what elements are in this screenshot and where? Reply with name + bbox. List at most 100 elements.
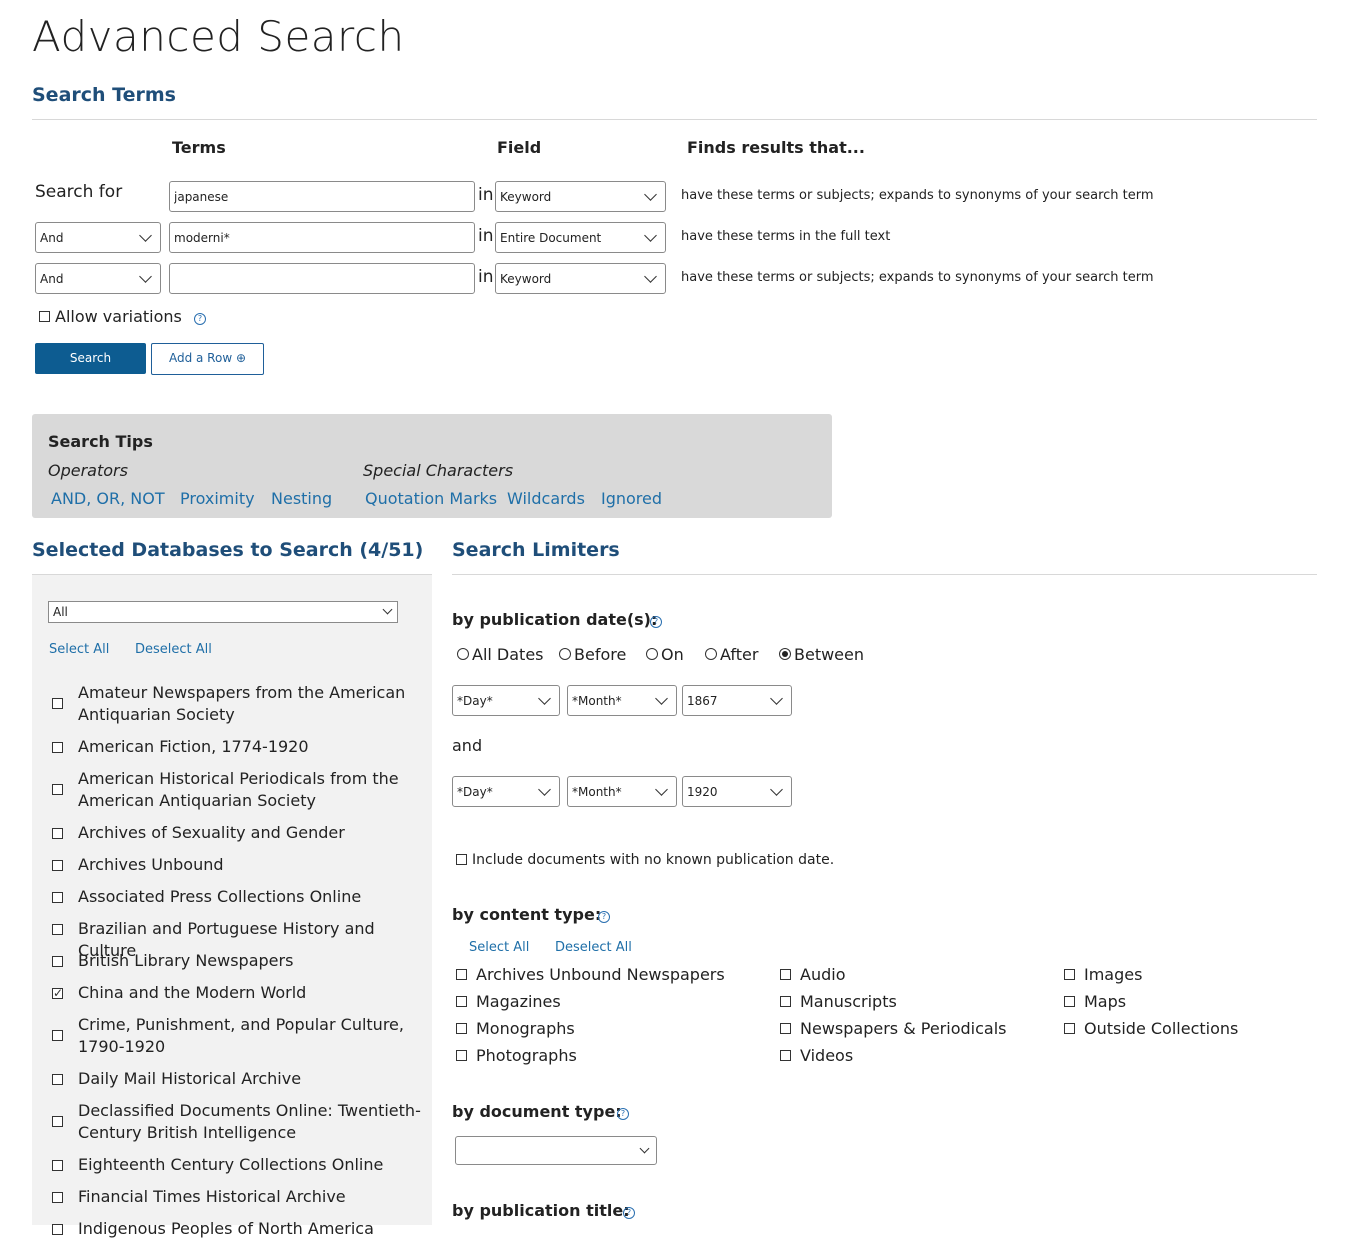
database-checkbox[interactable] xyxy=(52,988,63,999)
content-type-checkbox[interactable] xyxy=(780,1023,791,1034)
database-checkbox[interactable] xyxy=(52,956,63,967)
wildcards-link[interactable]: Wildcards xyxy=(507,489,585,508)
help-icon[interactable]: ? xyxy=(598,911,610,923)
database-checkbox[interactable] xyxy=(52,828,63,839)
deselect-all-content-types-link[interactable]: Deselect All xyxy=(555,940,632,955)
database-checkbox[interactable] xyxy=(52,784,63,795)
proximity-link[interactable]: Proximity xyxy=(180,489,255,508)
from-day-select[interactable]: *Day* xyxy=(452,685,560,716)
content-type-checkbox[interactable] xyxy=(456,1023,467,1034)
content-type-checkbox[interactable] xyxy=(1064,1023,1075,1034)
content-type-checkbox[interactable] xyxy=(456,969,467,980)
content-type-item[interactable]: Maps xyxy=(1064,992,1324,1014)
to-month-select[interactable]: *Month* xyxy=(567,776,677,807)
content-type-item[interactable]: Images xyxy=(1064,965,1324,987)
content-type-label: Magazines xyxy=(476,992,561,1011)
search-term-input-3[interactable] xyxy=(169,263,475,294)
help-icon[interactable]: ? xyxy=(194,313,206,325)
publication-title-label: by publication title: xyxy=(452,1201,630,1220)
chevron-down-icon xyxy=(644,228,657,242)
nesting-link[interactable]: Nesting xyxy=(271,489,332,508)
help-icon[interactable]: ? xyxy=(623,1207,635,1219)
database-label: Archives Unbound xyxy=(78,855,224,874)
content-type-checkbox[interactable] xyxy=(780,996,791,1007)
help-icon[interactable]: ? xyxy=(617,1108,629,1120)
special-characters-label: Special Characters xyxy=(363,461,514,480)
from-month-select[interactable]: *Month* xyxy=(567,685,677,716)
date-option-radio[interactable] xyxy=(457,648,469,660)
from-year-value: 1867 xyxy=(687,693,718,708)
content-type-label: Photographs xyxy=(476,1046,577,1065)
no-date-checkbox[interactable] xyxy=(456,854,467,865)
add-row-button[interactable]: Add a Row ⊕ xyxy=(151,343,264,375)
operator-select-2[interactable]: And xyxy=(35,222,161,253)
date-option-radio[interactable] xyxy=(705,648,717,660)
operator-select-3[interactable]: And xyxy=(35,263,161,294)
date-option-radio[interactable] xyxy=(779,648,791,660)
content-type-checkbox[interactable] xyxy=(780,969,791,980)
content-type-item[interactable]: Outside Collections xyxy=(1064,1019,1324,1041)
content-type-checkbox[interactable] xyxy=(1064,996,1075,1007)
search-button[interactable]: Search xyxy=(35,343,146,374)
date-option-radio[interactable] xyxy=(646,648,658,660)
database-label: Associated Press Collections Online xyxy=(78,887,362,906)
ignored-link[interactable]: Ignored xyxy=(601,489,662,508)
operators-link[interactable]: AND, OR, NOT xyxy=(51,489,165,508)
database-filter-select[interactable]: All xyxy=(48,601,398,623)
database-label: Archives of Sexuality and Gender xyxy=(78,823,345,842)
database-checkbox[interactable] xyxy=(52,742,63,753)
database-checkbox[interactable] xyxy=(52,1160,63,1171)
content-type-item[interactable]: Videos xyxy=(780,1046,1040,1068)
divider xyxy=(452,574,1317,575)
chevron-down-icon xyxy=(655,782,668,796)
content-type-item[interactable]: Photographs xyxy=(456,1046,716,1068)
database-checkbox[interactable] xyxy=(52,1224,63,1235)
field-select-value: Entire Document xyxy=(500,230,602,245)
quotation-marks-link[interactable]: Quotation Marks xyxy=(365,489,497,508)
select-all-content-types-link[interactable]: Select All xyxy=(469,940,529,955)
chevron-down-icon xyxy=(655,691,668,705)
content-type-checkbox[interactable] xyxy=(780,1050,791,1061)
from-year-select[interactable]: 1867 xyxy=(682,685,792,716)
to-year-select[interactable]: 1920 xyxy=(682,776,792,807)
search-tips-panel: Search Tips Operators Special Characters… xyxy=(32,414,832,518)
database-checkbox[interactable] xyxy=(52,924,63,935)
content-type-item[interactable]: Newspapers & Periodicals xyxy=(780,1019,1040,1041)
content-type-item[interactable]: Audio xyxy=(780,965,1040,987)
select-all-databases-link[interactable]: Select All xyxy=(49,642,109,657)
content-type-item[interactable]: Manuscripts xyxy=(780,992,1040,1014)
field-select-2[interactable]: Entire Document xyxy=(495,222,666,253)
content-type-item[interactable]: Magazines xyxy=(456,992,716,1014)
date-option-radio[interactable] xyxy=(559,648,571,660)
content-type-checkbox[interactable] xyxy=(1064,969,1075,980)
document-type-select[interactable] xyxy=(455,1136,657,1165)
database-checkbox[interactable] xyxy=(52,698,63,709)
content-type-item[interactable]: Archives Unbound Newspapers xyxy=(456,965,725,987)
content-type-label: by content type: xyxy=(452,905,602,924)
database-label: Financial Times Historical Archive xyxy=(78,1187,346,1206)
content-type-item[interactable]: Monographs xyxy=(456,1019,716,1041)
database-checkbox[interactable] xyxy=(52,1074,63,1085)
database-checkbox[interactable] xyxy=(52,892,63,903)
databases-heading: Selected Databases to Search (4/51) xyxy=(32,539,424,561)
finds-description-1: have these terms or subjects; expands to… xyxy=(681,188,1154,203)
field-select-1[interactable]: Keyword xyxy=(495,181,666,212)
deselect-all-databases-link[interactable]: Deselect All xyxy=(135,642,212,657)
to-day-select[interactable]: *Day* xyxy=(452,776,560,807)
database-checkbox[interactable] xyxy=(52,1116,63,1127)
content-type-checkbox[interactable] xyxy=(456,996,467,1007)
content-type-checkbox[interactable] xyxy=(456,1050,467,1061)
search-term-input-2[interactable] xyxy=(169,222,475,253)
field-select-3[interactable]: Keyword xyxy=(495,263,666,294)
help-icon[interactable]: ? xyxy=(650,616,662,628)
database-checkbox[interactable] xyxy=(52,1192,63,1203)
search-term-input-1[interactable] xyxy=(169,181,475,212)
database-checkbox[interactable] xyxy=(52,860,63,871)
database-label: Declassified Documents Online: Twentieth… xyxy=(78,1101,421,1142)
database-label: China and the Modern World xyxy=(78,983,307,1002)
terms-column-header: Terms xyxy=(172,138,226,157)
database-checkbox[interactable] xyxy=(52,1030,63,1041)
database-label: American Fiction, 1774-1920 xyxy=(78,737,309,756)
allow-variations-checkbox[interactable] xyxy=(39,311,50,322)
content-type-label: Maps xyxy=(1084,992,1127,1011)
